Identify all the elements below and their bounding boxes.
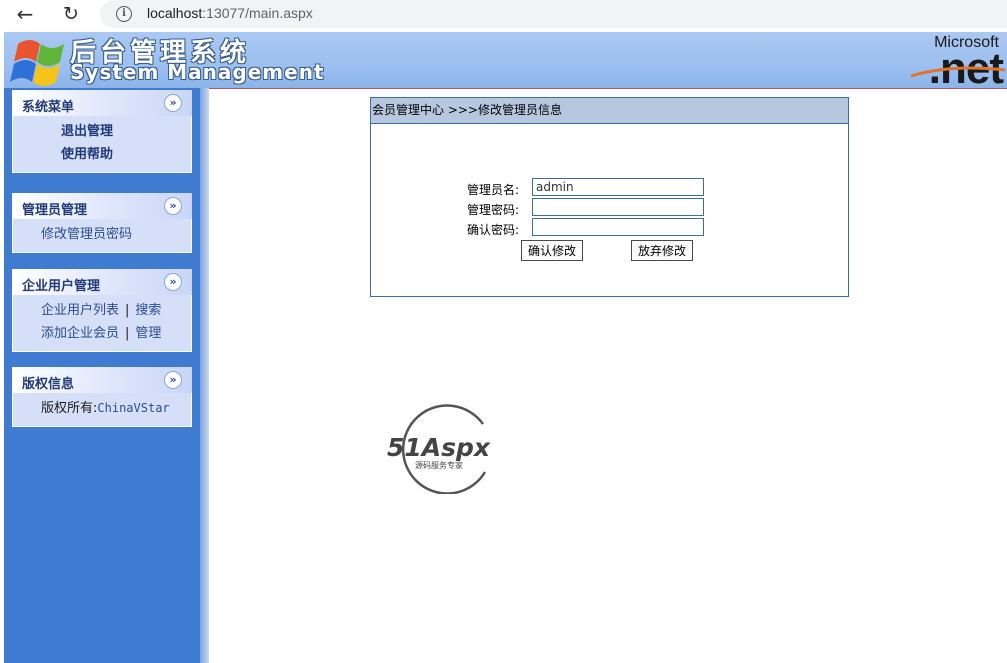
password-input[interactable]: [532, 198, 704, 216]
panel-copyright: 版权信息 » 版权所有:ChinaVStar: [12, 367, 192, 427]
url-path: :13077/main.aspx: [202, 5, 313, 21]
sidebar-divider: [200, 88, 209, 663]
menu-separator: |: [125, 326, 130, 341]
panel-header-admin-manage[interactable]: 管理员管理 »: [12, 193, 192, 219]
menu-item-change-admin-password[interactable]: 修改管理员密码: [13, 223, 191, 246]
panel-header-system-menu[interactable]: 系统菜单 »: [12, 90, 192, 116]
username-input[interactable]: [532, 178, 704, 196]
collapse-chevron-icon[interactable]: »: [164, 197, 182, 215]
password-label: 管理密码:: [466, 203, 519, 217]
back-arrow-icon[interactable]: ←: [12, 2, 38, 26]
browser-toolbar: ← ↻ i localhost:13077/main.aspx: [0, 0, 1007, 32]
form-row-username: 管理员名:: [371, 178, 848, 198]
panel-admin-manage: 管理员管理 » 修改管理员密码: [12, 193, 192, 253]
collapse-chevron-icon[interactable]: »: [164, 273, 182, 291]
menu-item-logout[interactable]: 退出管理: [13, 120, 191, 143]
logo-brand-text: 51Aspx: [387, 433, 491, 462]
panel-header-enterprise-manage[interactable]: 企业用户管理 »: [12, 269, 192, 295]
aspx-logo-icon: 51Aspx 源码服务专家: [387, 404, 491, 494]
panel-title: 版权信息: [22, 377, 75, 392]
copyright-owner-link[interactable]: ChinaVStar: [97, 401, 169, 415]
windows-flag-logo-icon: [10, 40, 64, 86]
menu-item-help[interactable]: 使用帮助: [13, 143, 191, 166]
menu-row-enterprise-2: 添加企业会员 | 管理: [13, 322, 191, 345]
system-title-english: System Management: [70, 60, 325, 84]
form-row-password: 管理密码:: [371, 198, 848, 218]
copyright-row: 版权所有:ChinaVStar: [13, 397, 191, 420]
menu-item-manage[interactable]: 管理: [135, 326, 161, 341]
info-icon[interactable]: i: [116, 6, 132, 22]
menu-row-enterprise-1: 企业用户列表 | 搜索: [13, 299, 191, 322]
menu-item-enterprise-list[interactable]: 企业用户列表: [41, 303, 119, 318]
collapse-chevron-icon[interactable]: »: [164, 371, 182, 389]
url-host: localhost: [147, 5, 203, 21]
sidebar: 系统菜单 » 退出管理 使用帮助 管理员管理 » 修改管理员密码 企业用户管理 …: [4, 88, 200, 663]
menu-item-add-enterprise-member[interactable]: 添加企业会员: [41, 326, 119, 341]
panel-system-menu: 系统菜单 » 退出管理 使用帮助: [12, 90, 192, 173]
dotnet-swoosh-icon: [911, 66, 1005, 78]
panel-body: 退出管理 使用帮助: [12, 116, 192, 173]
form-breadcrumb: 会员管理中心 >>>修改管理员信息: [371, 98, 848, 124]
panel-enterprise-manage: 企业用户管理 » 企业用户列表 | 搜索 添加企业会员 | 管理: [12, 269, 192, 352]
edit-admin-form: 会员管理中心 >>>修改管理员信息 管理员名: 管理密码: 确认密码: 确认修改…: [370, 97, 849, 297]
panel-body: 企业用户列表 | 搜索 添加企业会员 | 管理: [12, 295, 192, 352]
collapse-chevron-icon[interactable]: »: [164, 94, 182, 112]
confirm-change-button[interactable]: 确认修改: [521, 240, 584, 261]
address-bar[interactable]: i localhost:13077/main.aspx: [100, 0, 1007, 28]
username-label: 管理员名:: [466, 183, 519, 197]
header-banner: 后台管理系统 System Management Microsoft .net: [4, 32, 1007, 93]
panel-title: 管理员管理: [22, 203, 88, 218]
cancel-change-button[interactable]: 放弃修改: [631, 240, 694, 261]
panel-header-copyright[interactable]: 版权信息 »: [12, 367, 192, 393]
menu-separator: |: [125, 303, 130, 318]
menu-item-search[interactable]: 搜索: [135, 303, 161, 318]
reload-icon[interactable]: ↻: [58, 2, 84, 26]
url-text[interactable]: localhost:13077/main.aspx: [147, 5, 313, 21]
form-row-confirm: 确认密码:: [371, 218, 848, 238]
panel-body: 修改管理员密码: [12, 219, 192, 253]
confirm-password-label: 确认密码:: [466, 223, 519, 237]
logo-subtitle-text: 源码服务专家: [415, 460, 463, 470]
copyright-label: 版权所有:: [41, 401, 98, 416]
panel-body: 版权所有:ChinaVStar: [12, 393, 192, 427]
confirm-password-input[interactable]: [532, 218, 704, 236]
panel-title: 系统菜单: [22, 100, 75, 115]
panel-title: 企业用户管理: [22, 279, 101, 294]
